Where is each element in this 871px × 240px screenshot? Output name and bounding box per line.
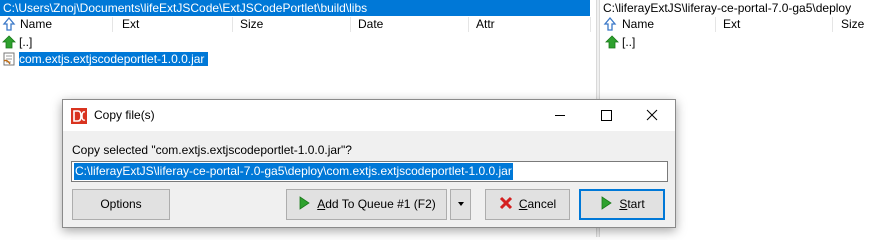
cancel-x-icon (499, 192, 513, 210)
destination-path-field[interactable]: C:\liferayExtJS\liferay-ce-portal-7.0-ga… (71, 161, 668, 182)
minimize-button[interactable] (537, 100, 583, 131)
parent-dir-label: [..] (19, 35, 33, 49)
right-column-header: Name Ext Size (600, 16, 871, 33)
queue-dropdown-button[interactable] (450, 189, 471, 220)
file-name-selected[interactable]: com.extjs.extjscodeportlet-1.0.0.jar (19, 52, 209, 66)
cancel-button[interactable]: Cancel (485, 189, 570, 220)
column-size[interactable]: Size (841, 16, 864, 33)
sort-up-icon (603, 16, 617, 33)
cancel-label: ancel (527, 197, 557, 211)
column-name[interactable]: Name (20, 16, 52, 33)
parent-dir-row[interactable]: [..] (605, 34, 635, 51)
sort-up-icon (2, 16, 16, 33)
column-attr[interactable]: Attr (476, 16, 495, 33)
options-label: Options (100, 197, 142, 211)
chevron-down-icon (456, 197, 466, 211)
column-ext[interactable]: Ext (723, 16, 740, 33)
parent-dir-label: [..] (622, 35, 636, 49)
play-icon (297, 192, 311, 210)
column-ext[interactable]: Ext (122, 16, 139, 33)
dialog-titlebar[interactable]: Copy file(s) (63, 100, 675, 131)
destination-path-text: C:\liferayExtJS\liferay-ce-portal-7.0-ga… (74, 163, 513, 180)
column-date[interactable]: Date (358, 16, 383, 33)
parent-dir-row[interactable]: [..] (2, 34, 32, 51)
add-to-queue-button[interactable]: Add To Queue #1 (F2) (286, 189, 447, 220)
start-button[interactable]: Start (579, 189, 665, 220)
app-logo-icon (71, 108, 87, 124)
right-path-bar[interactable]: C:\liferayExtJS\liferay-ce-portal-7.0-ga… (600, 0, 871, 16)
dialog-title: Copy file(s) (94, 108, 155, 122)
up-arrow-icon (2, 35, 16, 49)
file-row[interactable]: com.extjs.extjscodeportlet-1.0.0.jar (2, 51, 209, 68)
copy-dialog: Copy file(s) Copy selected "com.extjs.ex… (62, 99, 676, 228)
options-button[interactable]: Options (72, 189, 170, 220)
left-path-bar[interactable]: C:\Users\Znoj\Documents\lifeExtJSCode\Ex… (0, 0, 590, 16)
start-label: tart (627, 197, 645, 211)
jar-file-icon (2, 52, 16, 66)
up-arrow-icon (605, 35, 619, 49)
close-button[interactable] (629, 100, 675, 131)
column-size[interactable]: Size (240, 16, 263, 33)
left-column-header: Name Ext Size Date Attr (0, 16, 596, 33)
maximize-button[interactable] (583, 100, 629, 131)
play-icon (599, 193, 613, 210)
queue-label: dd To Queue #1 (F2) (325, 197, 436, 211)
copy-prompt: Copy selected "com.extjs.extjscodeportle… (72, 143, 352, 157)
column-name[interactable]: Name (622, 16, 654, 33)
